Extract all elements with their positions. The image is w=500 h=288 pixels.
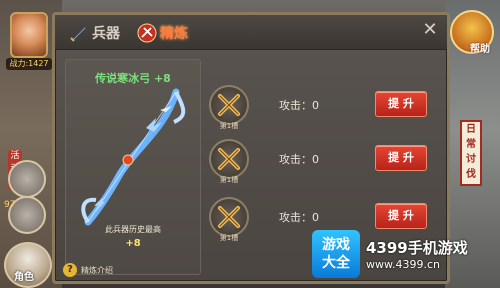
watermark-logo-line1: 游戏 bbox=[322, 237, 350, 253]
attack-value: 攻击：0 bbox=[279, 211, 319, 224]
sword-icon bbox=[69, 23, 89, 43]
tab-weapon[interactable]: 兵器 bbox=[69, 21, 120, 45]
upgrade-button[interactable]: 提 升 bbox=[375, 203, 427, 229]
attack-value: 攻击：0 bbox=[279, 153, 319, 166]
refine-help-text: 精炼介绍 bbox=[81, 265, 113, 275]
tab-refine[interactable]: 精炼 bbox=[137, 21, 188, 45]
slot-label: 第1槽 bbox=[219, 122, 239, 130]
player-avatar[interactable] bbox=[10, 12, 48, 58]
character-shortcut-icon[interactable] bbox=[8, 160, 46, 198]
watermark-logo: 游戏 大全 bbox=[312, 230, 360, 278]
watermark-logo-line2: 大全 bbox=[322, 255, 350, 271]
tab-bar: 兵器 精炼 ✕ bbox=[55, 15, 447, 50]
ice-bow-image bbox=[76, 88, 190, 226]
tab-weapon-label: 兵器 bbox=[92, 26, 120, 42]
weapon-panel: 传说寒冰弓 +8 此兵器历史最高 +8 bbox=[65, 59, 201, 275]
history-value: +8 bbox=[125, 238, 141, 249]
crossed-swords-icon bbox=[209, 139, 249, 179]
weapon-name: 传说寒冰弓 +8 bbox=[95, 72, 171, 85]
badge-number: 97 bbox=[4, 200, 16, 210]
power-badge: 战力:1427 bbox=[6, 58, 52, 70]
slot-label: 第1槽 bbox=[219, 176, 239, 184]
crossed-swords-icon bbox=[209, 85, 249, 125]
help-label: 帮助 bbox=[470, 44, 490, 55]
upgrade-button[interactable]: 提 升 bbox=[375, 91, 427, 117]
refine-slot: 第1槽 攻击：0 提 升 bbox=[209, 85, 439, 131]
close-button[interactable]: ✕ bbox=[421, 21, 439, 39]
refine-help-link[interactable]: ? 精炼介绍 bbox=[63, 263, 113, 277]
slot-label: 第1槽 bbox=[219, 234, 239, 242]
crossed-swords-icon bbox=[209, 197, 249, 237]
attack-value: 攻击：0 bbox=[279, 99, 319, 112]
upgrade-button[interactable]: 提 升 bbox=[375, 145, 427, 171]
role-label: 角色 bbox=[14, 272, 34, 283]
refine-slot: 第1槽 攻击：0 提 升 bbox=[209, 139, 439, 185]
daily-quest-banner[interactable]: 日常讨伐 bbox=[460, 120, 482, 186]
question-icon: ? bbox=[63, 263, 77, 277]
tab-refine-label: 精炼 bbox=[160, 26, 188, 42]
history-label: 此兵器历史最高 bbox=[105, 225, 161, 234]
watermark-title: 4399手机游戏 bbox=[366, 239, 468, 257]
watermark: 游戏 大全 4399手机游戏 www.4399.cn bbox=[312, 230, 468, 278]
watermark-url: www.4399.cn bbox=[366, 258, 440, 271]
refine-icon bbox=[137, 23, 157, 43]
